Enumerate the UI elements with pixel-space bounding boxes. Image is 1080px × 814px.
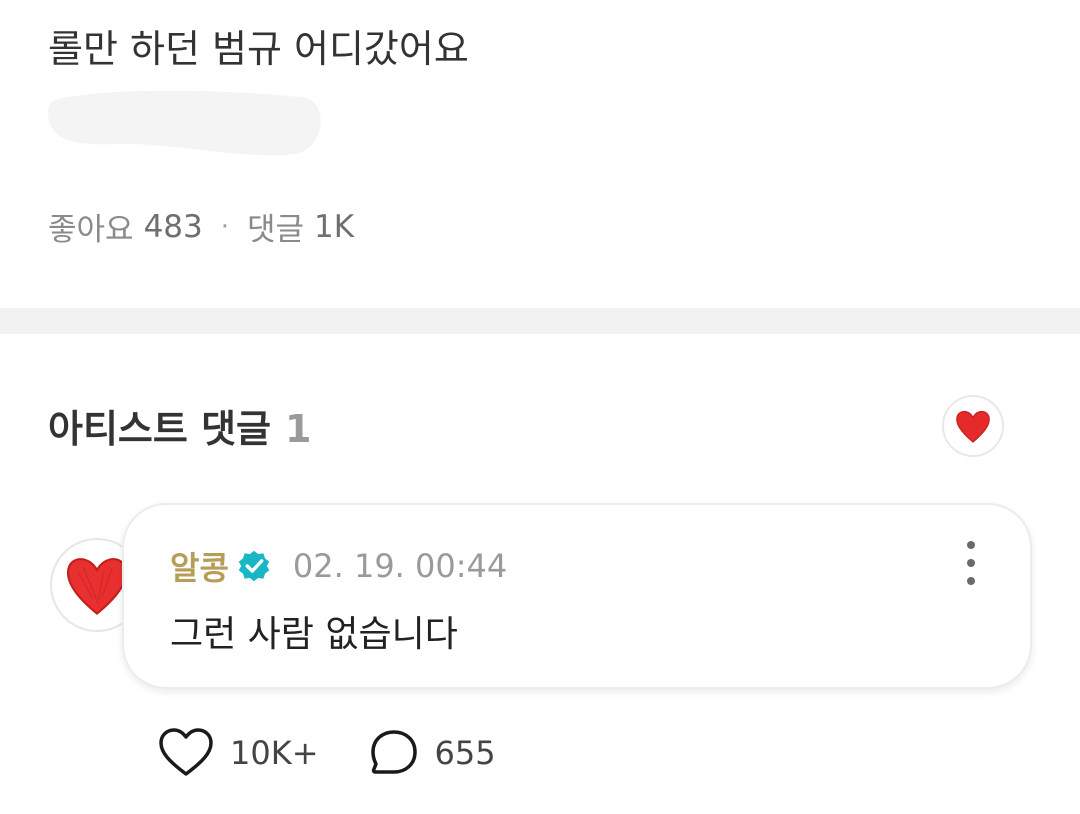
more-dot: [967, 577, 975, 585]
heart-icon: [66, 558, 128, 615]
likes-label: 좋아요: [48, 212, 134, 248]
reply-button[interactable]: 655: [369, 729, 496, 777]
comment-actions: 10K+ 655: [158, 728, 496, 778]
reply-count: 655: [434, 734, 496, 772]
comment-text: 그런 사람 없습니다: [170, 614, 458, 655]
like-button[interactable]: 10K+: [158, 728, 319, 778]
reply-bubble-icon: [370, 730, 417, 774]
comment-header: 알콩 02. 19. 00:44: [170, 543, 507, 589]
comment-author[interactable]: 알콩: [170, 543, 229, 589]
artist-comments-count: 1: [285, 407, 312, 451]
more-dot: [967, 559, 975, 567]
verified-badge-icon: [238, 550, 270, 582]
comments-label: 댓글: [247, 212, 305, 248]
artist-comments-title: 아티스트 댓글 1: [48, 398, 311, 453]
post-stats: 좋아요 483 · 댓글 1K: [48, 204, 354, 249]
section-title-label: 아티스트 댓글: [48, 407, 271, 451]
section-divider: [0, 308, 1080, 334]
like-count: 10K+: [230, 734, 319, 772]
redacted-block: [47, 90, 321, 156]
more-dot: [967, 541, 975, 549]
comments-count: 1K: [314, 208, 355, 245]
more-options-button[interactable]: [956, 541, 986, 585]
heart-outline-icon: [159, 728, 213, 776]
comment-bubble: 알콩 02. 19. 00:44 그런 사람 없습니다: [122, 503, 1032, 689]
heart-icon: [956, 410, 990, 443]
artist-badge[interactable]: [942, 395, 1004, 457]
post-title: 롤만 하던 범규 어디갔어요: [48, 27, 469, 71]
likes-count: 483: [143, 208, 203, 245]
stats-separator: ·: [220, 211, 229, 242]
comment-timestamp: 02. 19. 00:44: [292, 547, 508, 585]
